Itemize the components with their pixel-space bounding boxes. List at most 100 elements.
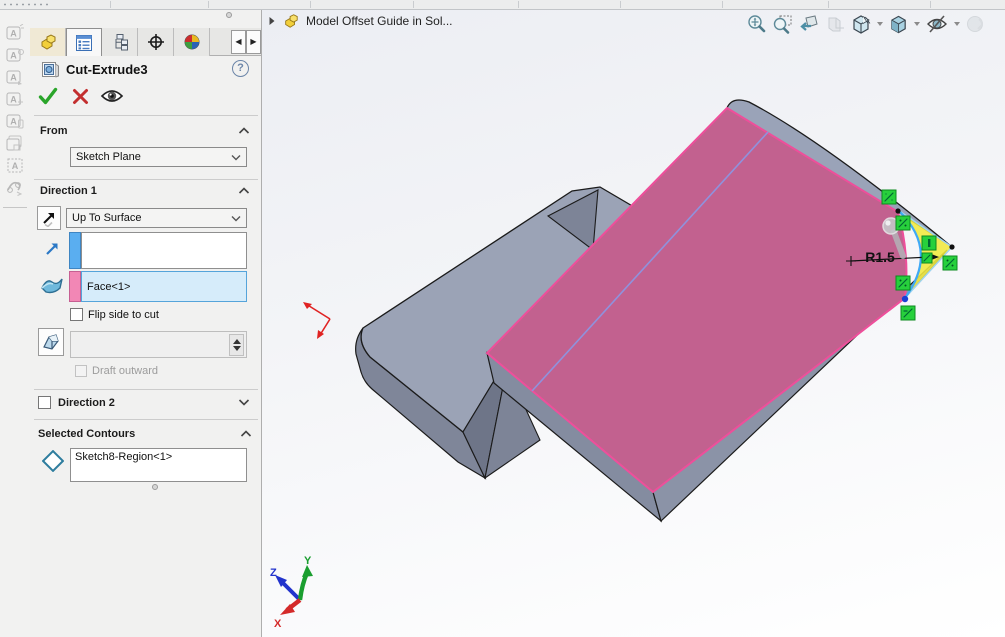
feature-title: Cut-Extrude3 [66, 62, 148, 77]
model-scene[interactable]: R1.5 Z Y X [262, 10, 1005, 637]
tab-property-manager[interactable] [66, 28, 102, 56]
triad-y-label: Y [304, 555, 312, 567]
from-plane-combobox[interactable]: Sketch Plane [70, 147, 247, 167]
section-view-icon[interactable] [825, 14, 845, 35]
tab-dimxpert-manager[interactable] [138, 28, 174, 56]
reference-triad: Z Y X [270, 555, 313, 630]
svg-text:A: A [10, 117, 17, 127]
annotation-tool-7-icon[interactable]: A [5, 156, 25, 174]
svg-text:A: A [10, 51, 17, 61]
direction-reference-color-strip [69, 232, 81, 269]
svg-text:A: A [12, 161, 19, 171]
reverse-direction-button[interactable] [37, 206, 61, 230]
view-orientation-icon[interactable] [888, 13, 909, 35]
flyout-tree-label[interactable]: Model Offset Guide in Sol... [306, 14, 453, 28]
toolbar-drag-handle[interactable] [2, 2, 48, 7]
flyout-feature-tree[interactable]: Model Offset Guide in Sol... [268, 13, 453, 29]
solidworks-window: { "manager_tabs": { "tabs": [ {"name": "… [0, 0, 1005, 637]
draft-icon [43, 334, 59, 350]
previous-view-icon[interactable] [798, 14, 820, 35]
group-direction2-label: Direction 2 [58, 397, 115, 409]
group-from-collapse-icon[interactable] [238, 127, 250, 135]
hide-show-items-icon[interactable] [925, 14, 949, 34]
face-reference-icon [41, 278, 63, 294]
annotations-toolbar: A A A A A A [0, 10, 30, 637]
zoom-to-fit-icon[interactable] [746, 14, 767, 35]
draft-angle-spinner[interactable] [70, 331, 247, 358]
chevron-down-icon [231, 215, 241, 221]
headsup-view-toolbar [746, 12, 987, 36]
annotation-tool-3-icon[interactable]: A [5, 68, 25, 86]
edit-appearance-icon[interactable] [965, 14, 987, 34]
from-plane-value: Sketch Plane [76, 151, 141, 163]
draft-button[interactable] [38, 328, 64, 356]
svg-text:A: A [10, 73, 17, 83]
display-style-icon[interactable] [850, 13, 872, 35]
sketch-endpoint[interactable] [895, 208, 901, 214]
listbox-resize-handle[interactable] [152, 484, 158, 490]
tab-scroll-right[interactable]: ▶ [246, 30, 261, 54]
spinner-arrows[interactable] [229, 334, 244, 356]
chevron-down-icon [231, 154, 241, 160]
cut-extrude-feature-icon [42, 62, 59, 78]
group-direction1-collapse-icon[interactable] [238, 187, 250, 195]
annotation-tool-1-icon[interactable]: A [5, 24, 25, 42]
preview-eye-button[interactable] [100, 87, 124, 105]
annotation-tool-6-icon[interactable] [5, 134, 25, 152]
configuration-manager-icon [115, 34, 128, 51]
annotation-tool-5-icon[interactable]: A [5, 112, 25, 130]
direction-reference-field[interactable] [81, 232, 247, 269]
group-direction2-expand-icon[interactable] [238, 398, 250, 406]
sketch-point-selected[interactable] [901, 295, 909, 303]
triad-x-label: X [274, 618, 282, 630]
annotation-tool-2-icon[interactable]: A [5, 46, 25, 64]
tree-expand-arrow-icon[interactable] [268, 16, 276, 26]
cropped-toolbar-strip [0, 0, 1005, 10]
tab-scroll-left[interactable]: ◀ [231, 30, 246, 54]
property-manager-panel: ◀ ▶ Cut-Extrude3 ? From Sketch Plane Dir… [30, 10, 262, 637]
sketch-endpoint[interactable] [949, 244, 955, 250]
display-style-dropdown[interactable] [877, 22, 883, 26]
triad-z-label: Z [270, 567, 277, 579]
view-orientation-dropdown[interactable] [914, 22, 920, 26]
annotation-tool-4-icon[interactable]: A [5, 90, 25, 108]
face-reference-field[interactable]: Face<1> [81, 271, 247, 302]
feature-manager-icon [41, 34, 55, 50]
cancel-button[interactable] [72, 88, 89, 105]
panel-splitter-dot[interactable] [226, 12, 232, 18]
svg-text:A: A [10, 95, 17, 105]
part-icon [285, 14, 298, 28]
ok-button[interactable] [38, 86, 58, 106]
display-manager-icon [184, 34, 199, 50]
tab-configuration-manager[interactable] [102, 28, 138, 56]
flip-side-checkbox[interactable] [70, 308, 83, 321]
sketch-origin[interactable] [303, 302, 331, 339]
hide-show-dropdown[interactable] [954, 22, 960, 26]
end-condition-combobox[interactable]: Up To Surface [66, 208, 247, 228]
manager-tab-bar: ◀ ▶ [30, 28, 261, 56]
graphics-viewport[interactable]: R1.5 Z Y X Model Offset Guide in Sol... [262, 10, 1005, 637]
draft-outward-checkbox [75, 365, 87, 377]
zoom-to-area-icon[interactable] [772, 14, 793, 35]
face-reference-value: Face<1> [87, 280, 131, 293]
dimension-text[interactable]: R1.5 [865, 249, 895, 265]
group-contours-label: Selected Contours [38, 428, 136, 440]
help-icon[interactable]: ? [232, 60, 249, 77]
end-condition-value: Up To Surface [72, 212, 142, 224]
contours-listbox[interactable]: Sketch8-Region<1> [70, 448, 247, 482]
reverse-direction-icon [43, 213, 54, 227]
group-from-label: From [40, 125, 68, 137]
group-direction1-label: Direction 1 [40, 185, 97, 197]
property-manager-icon [76, 34, 92, 51]
group-contours-collapse-icon[interactable] [240, 430, 252, 438]
contour-list-item[interactable]: Sketch8-Region<1> [75, 451, 242, 463]
contour-icon [42, 450, 64, 472]
direction-reference-icon [46, 243, 58, 255]
direction2-checkbox[interactable] [38, 396, 51, 409]
annotation-tool-8-icon[interactable] [5, 178, 25, 196]
tab-display-manager[interactable] [174, 28, 210, 56]
svg-text:A: A [10, 29, 17, 39]
face-reference-color-strip [69, 271, 81, 302]
dimxpert-manager-icon [147, 34, 164, 50]
tab-feature-manager[interactable] [30, 28, 66, 56]
